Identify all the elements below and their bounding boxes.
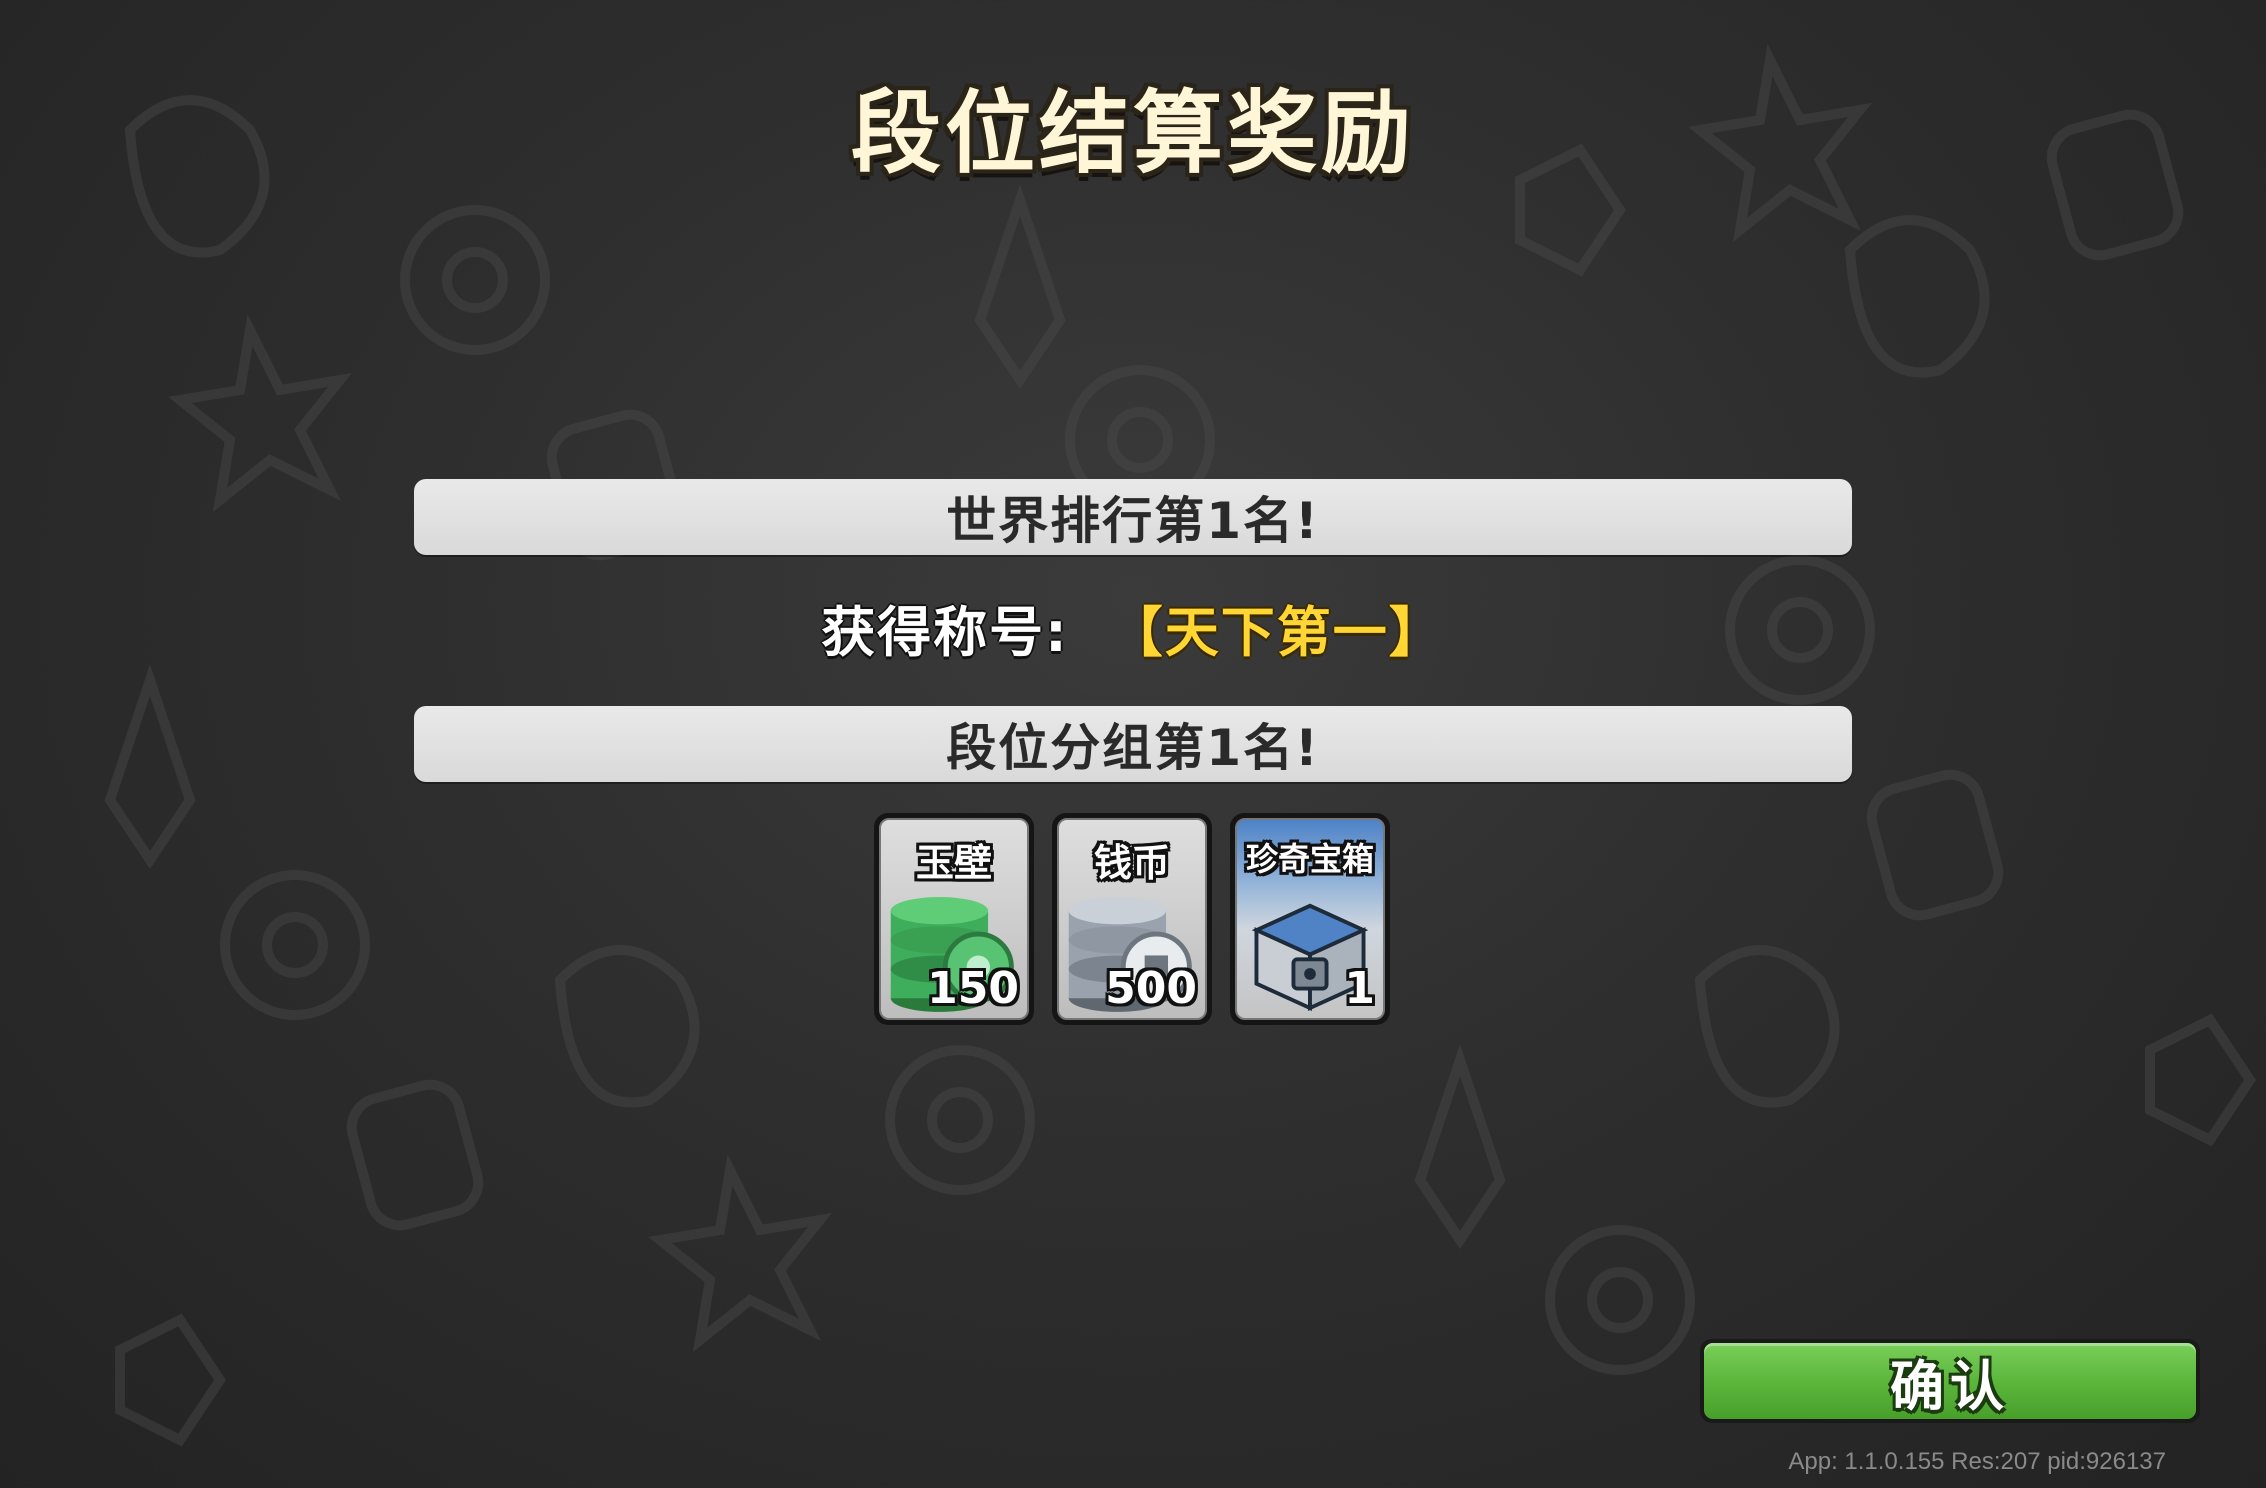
confirm-button-label: 确认: [1704, 1343, 2196, 1419]
title-award-label: 获得称号:: [821, 601, 1069, 664]
group-rank-text: 段位分组第1名!: [946, 719, 1320, 777]
reward-card-chest[interactable]: 珍奇宝箱 1: [1230, 813, 1390, 1025]
reward-count: 150: [927, 963, 1019, 1014]
version-info: App: 1.1.0.155 Res:207 pid:926137: [1788, 1448, 2166, 1475]
world-rank-text: 世界排行第1名!: [946, 492, 1320, 550]
page-title: 段位结算奖励: [851, 81, 1415, 186]
reward-list: 玉壁 150 钱币 500 珍奇宝箱 1: [874, 813, 1390, 1025]
reward-name: 珍奇宝箱: [1245, 840, 1374, 878]
reward-card-jade[interactable]: 玉壁 150: [874, 813, 1034, 1025]
title-award-value: 【天下第一】: [1108, 601, 1445, 664]
world-rank-banner: 世界排行第1名!: [414, 479, 1852, 555]
reward-count: 500: [1105, 963, 1197, 1014]
confirm-button[interactable]: 确认: [1700, 1339, 2200, 1423]
group-rank-banner: 段位分组第1名!: [414, 706, 1852, 782]
reward-count: 1: [1344, 963, 1375, 1014]
reward-card-coins[interactable]: 钱币 500: [1052, 813, 1212, 1025]
reward-name: 玉壁: [915, 841, 992, 885]
reward-name: 钱币: [1093, 841, 1170, 885]
title-award-line: 获得称号: 【天下第一】: [0, 588, 2266, 667]
